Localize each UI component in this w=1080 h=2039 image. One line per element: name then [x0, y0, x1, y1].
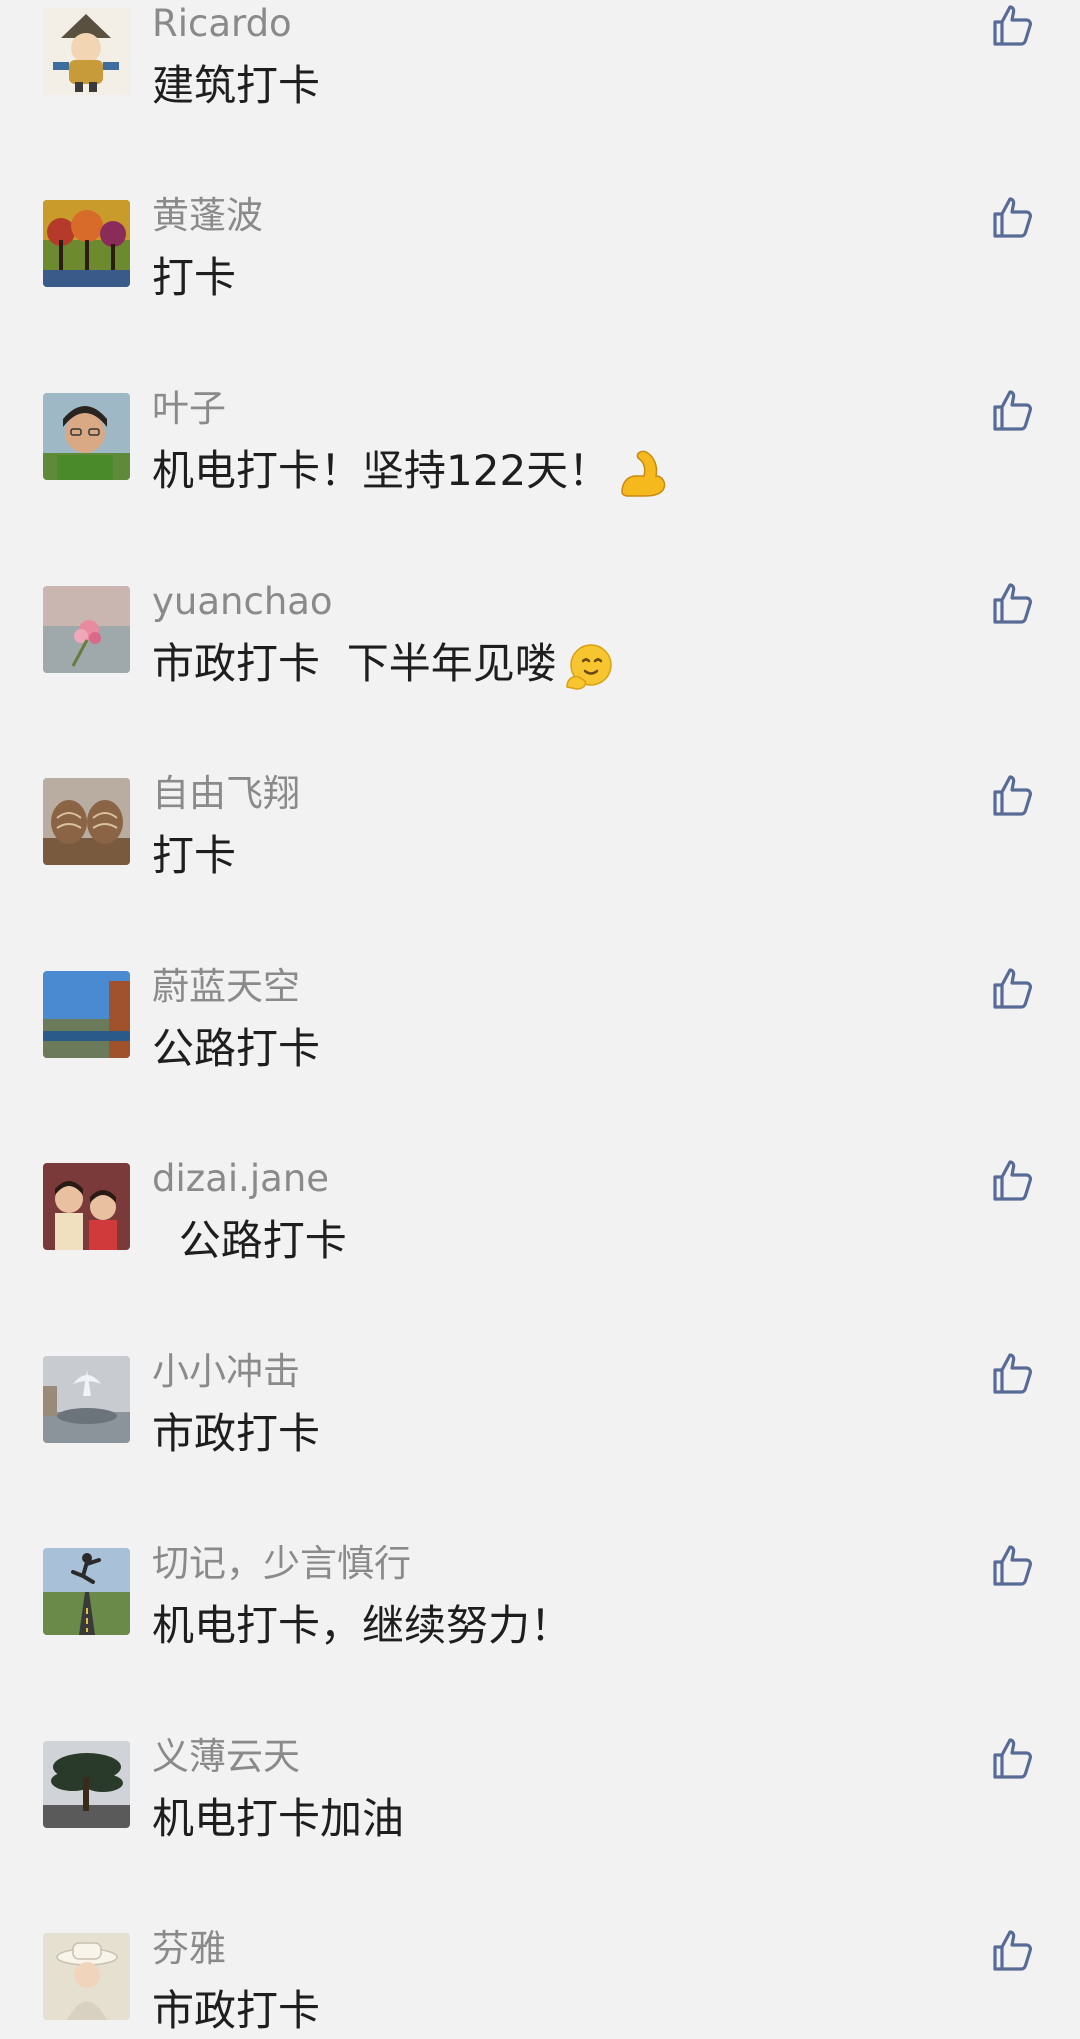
- like-button[interactable]: [990, 387, 1038, 435]
- like-button[interactable]: [990, 1350, 1038, 1398]
- comment-text-value: 机电打卡！坚持122天！: [152, 446, 611, 495]
- comment-list: Ricardo 建筑打卡 黄蓬波 打卡 叶子 机电打卡！坚持122天！ yuan…: [0, 0, 1080, 2036]
- comment-text: 机电打卡，继续努力！: [152, 1598, 572, 1654]
- like-button[interactable]: [990, 2, 1038, 50]
- comment-text-value: 市政打卡: [152, 1409, 321, 1458]
- avatar[interactable]: [43, 778, 130, 865]
- like-button[interactable]: [990, 194, 1038, 242]
- comment-text-value: 公路打卡: [152, 1216, 347, 1265]
- avatar[interactable]: [43, 971, 130, 1058]
- comment-item: 自由飞翔 打卡: [0, 770, 1080, 930]
- comment-item: 义薄云天 机电打卡加油: [0, 1733, 1080, 1893]
- like-button[interactable]: [990, 1542, 1038, 1590]
- like-button[interactable]: [990, 1157, 1038, 1205]
- avatar[interactable]: [43, 1741, 130, 1828]
- comment-item: 切记，少言慎行 机电打卡，继续努力！: [0, 1540, 1080, 1700]
- avatar[interactable]: [43, 1163, 130, 1250]
- comment-text-value: 公路打卡: [152, 1024, 321, 1073]
- comment-text: 机电打卡！坚持122天！: [152, 443, 670, 502]
- avatar[interactable]: [43, 586, 130, 673]
- thumbs-up-icon: [993, 390, 1032, 431]
- thumbs-up-icon: [993, 583, 1032, 624]
- flowers-sea-avatar: [43, 586, 130, 673]
- thumbs-up-icon: [993, 775, 1032, 816]
- comment-username[interactable]: Ricardo: [152, 0, 292, 48]
- like-button[interactable]: [990, 1927, 1038, 1975]
- comment-text: 公路打卡: [152, 1021, 320, 1077]
- comment-username[interactable]: yuanchao: [152, 578, 333, 626]
- comment-text: 打卡: [152, 828, 236, 884]
- thumbs-up-icon: [993, 197, 1032, 238]
- comment-text-value: 市政打卡 下半年见喽: [152, 639, 557, 688]
- thumbs-up-icon: [993, 1353, 1032, 1394]
- thumbs-up-icon: [993, 5, 1032, 46]
- comment-text-value: 建筑打卡: [152, 61, 321, 110]
- painting-trees-avatar: [43, 200, 130, 287]
- comment-text-value: 机电打卡加油: [152, 1794, 405, 1843]
- comment-text: 公路打卡: [152, 1213, 347, 1269]
- thumbs-up-icon: [993, 1738, 1032, 1779]
- avatar[interactable]: [43, 200, 130, 287]
- comment-username[interactable]: 自由飞翔: [152, 770, 300, 818]
- comment-text-value: 机电打卡，继续努力！: [152, 1601, 573, 1650]
- woman-hat-avatar: [43, 1933, 130, 2020]
- avatar[interactable]: [43, 1356, 130, 1443]
- comment-item: dizai.jane 公路打卡: [0, 1155, 1080, 1315]
- comment-text-value: 打卡: [152, 253, 237, 302]
- comment-item: Ricardo 建筑打卡: [0, 0, 1080, 160]
- thumbs-up-icon: [993, 1545, 1032, 1586]
- like-button[interactable]: [990, 1735, 1038, 1783]
- comment-username[interactable]: 芬雅: [152, 1925, 226, 1973]
- thumbs-up-icon: [993, 1160, 1032, 1201]
- avatar[interactable]: [43, 1933, 130, 2020]
- comment-username[interactable]: 小小冲击: [152, 1348, 300, 1396]
- thumbs-up-icon: [993, 1930, 1032, 1971]
- comment-text: 建筑打卡: [152, 58, 320, 114]
- fountain-avatar: [43, 1356, 130, 1443]
- walnuts-avatar: [43, 778, 130, 865]
- avatar[interactable]: [43, 8, 130, 95]
- comment-item: 蔚蓝天空 公路打卡: [0, 963, 1080, 1123]
- like-button[interactable]: [990, 772, 1038, 820]
- avatar[interactable]: [43, 393, 130, 480]
- pine-tree-avatar: [43, 1741, 130, 1828]
- comment-text: 市政打卡: [152, 1983, 320, 2039]
- comment-item: 黄蓬波 打卡: [0, 192, 1080, 352]
- smiling-face-icon: [561, 639, 617, 695]
- avatar[interactable]: [43, 1548, 130, 1635]
- thumbs-up-icon: [993, 968, 1032, 1009]
- comment-item: 叶子 机电打卡！坚持122天！: [0, 385, 1080, 545]
- children-photo-avatar: [43, 1163, 130, 1250]
- comment-text-value: 市政打卡: [152, 1986, 321, 2035]
- like-button[interactable]: [990, 965, 1038, 1013]
- comment-text-value: 打卡: [152, 831, 237, 880]
- woman-portrait-avatar: [43, 393, 130, 480]
- like-button[interactable]: [990, 580, 1038, 628]
- comment-text: 打卡: [152, 250, 236, 306]
- jumping-person-road-avatar: [43, 1548, 130, 1635]
- comment-item: 芬雅 市政打卡: [0, 1925, 1080, 2036]
- comment-text: 机电打卡加油: [152, 1791, 404, 1847]
- comment-item: yuanchao 市政打卡 下半年见喽: [0, 578, 1080, 738]
- comment-item: 小小冲击 市政打卡: [0, 1348, 1080, 1508]
- comment-username[interactable]: 叶子: [152, 385, 226, 433]
- comment-text: 市政打卡 下半年见喽: [152, 636, 617, 695]
- comment-username[interactable]: dizai.jane: [152, 1155, 329, 1203]
- comment-username[interactable]: 黄蓬波: [152, 192, 263, 240]
- cartoon-character-avatar: [43, 8, 130, 95]
- blue-sky-avatar: [43, 971, 130, 1058]
- comment-username[interactable]: 蔚蓝天空: [152, 963, 300, 1011]
- comment-text: 市政打卡: [152, 1406, 320, 1462]
- comment-username[interactable]: 义薄云天: [152, 1733, 300, 1781]
- flexed-biceps-icon: [614, 446, 670, 502]
- comment-username[interactable]: 切记，少言慎行: [152, 1540, 411, 1588]
